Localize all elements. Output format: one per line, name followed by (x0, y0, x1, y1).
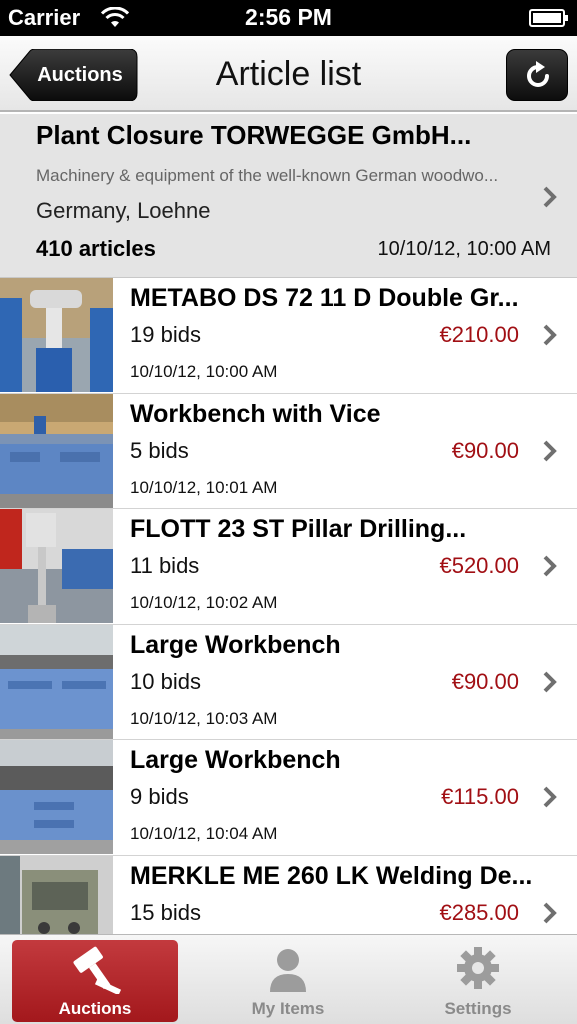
tab-auctions-label: Auctions (58, 999, 132, 1018)
article-bids: 19 bids (130, 322, 201, 347)
article-thumbnail (0, 855, 113, 934)
article-price: €90.00 (451, 437, 519, 463)
article-bids: 10 bids (130, 668, 201, 694)
article-bids: 9 bids (130, 784, 189, 809)
article-thumbnail (0, 278, 113, 392)
article-date: 10/10/12, 10:04 AM (130, 824, 278, 843)
chevron-right-icon (543, 440, 557, 461)
auction-summary[interactable]: Plant Closure TORWEGGE GmbH... Machinery… (0, 114, 577, 278)
tab-bar: Auctions My Items Settings (0, 934, 577, 1024)
auction-description: Machinery & equipment of the well-known … (36, 166, 499, 185)
tab-my-items[interactable]: My Items (205, 940, 371, 1022)
refresh-button[interactable] (506, 49, 568, 101)
article-price: €520.00 (439, 553, 519, 578)
chevron-right-icon (543, 186, 557, 208)
tab-my-items-label: My Items (251, 999, 325, 1018)
battery-icon (529, 9, 568, 27)
article-title: Large Workbench (130, 746, 341, 774)
status-time: 2:56 PM (245, 4, 332, 30)
article-price: €90.00 (451, 668, 519, 694)
back-button-label: Auctions (37, 64, 123, 86)
article-price: €115.00 (441, 784, 519, 809)
chevron-right-icon (543, 786, 557, 808)
article-row[interactable]: METABO DS 72 11 D Double Gr... 19 bids €… (0, 278, 577, 394)
article-title: METABO DS 72 11 D Double Gr... (130, 284, 519, 312)
gear-icon (457, 947, 499, 989)
article-thumbnail (0, 740, 113, 854)
article-title: MERKLE ME 260 LK Welding De... (130, 861, 533, 890)
refresh-icon (527, 61, 549, 87)
article-bids: 11 bids (130, 553, 200, 578)
chevron-right-icon (543, 902, 557, 923)
tab-settings-label: Settings (444, 999, 512, 1018)
tab-settings[interactable]: Settings (395, 940, 561, 1022)
page-title: Article list (215, 55, 362, 93)
article-bids: 15 bids (130, 899, 201, 925)
auction-title: Plant Closure TORWEGGE GmbH... (36, 120, 472, 150)
chevron-right-icon (543, 671, 557, 692)
article-title: Workbench with Vice (130, 399, 381, 428)
article-date: 10/10/12, 10:00 AM (130, 362, 278, 381)
auction-article-count: 410 articles (36, 236, 156, 261)
navigation-bar: Auctions Article list (0, 36, 577, 112)
tab-auctions[interactable]: Auctions (12, 940, 178, 1022)
article-list[interactable]: METABO DS 72 11 D Double Gr... 19 bids €… (0, 278, 577, 934)
article-bids: 5 bids (130, 437, 189, 463)
article-thumbnail (0, 509, 113, 623)
gavel-icon (73, 946, 122, 994)
auction-location: Germany, Loehne (36, 198, 211, 223)
article-title: FLOTT 23 ST Pillar Drilling... (130, 515, 467, 543)
article-thumbnail (0, 393, 113, 508)
auction-date: 10/10/12, 10:00 AM (377, 238, 551, 260)
article-row[interactable]: Workbench with Vice 5 bids €90.00 10/10/… (0, 393, 577, 509)
article-thumbnail (0, 624, 113, 739)
article-date: 10/10/12, 10:02 AM (130, 593, 278, 612)
article-row[interactable]: Large Workbench 9 bids €115.00 10/10/12,… (0, 740, 577, 856)
chevron-right-icon (543, 324, 557, 346)
chevron-right-icon (543, 555, 557, 577)
article-row[interactable]: MERKLE ME 260 LK Welding De... 15 bids €… (0, 855, 577, 934)
person-icon (270, 949, 306, 992)
article-price: €210.00 (439, 322, 519, 347)
article-row[interactable]: FLOTT 23 ST Pillar Drilling... 11 bids €… (0, 509, 577, 625)
status-bar: Carrier 2:56 PM (0, 0, 577, 36)
article-date: 10/10/12, 10:01 AM (130, 477, 278, 497)
article-price: €285.00 (439, 899, 519, 925)
back-button[interactable]: Auctions (8, 49, 138, 101)
article-row[interactable]: Large Workbench 10 bids €90.00 10/10/12,… (0, 624, 577, 740)
article-title: Large Workbench (130, 630, 341, 659)
article-date: 10/10/12, 10:03 AM (130, 708, 278, 728)
